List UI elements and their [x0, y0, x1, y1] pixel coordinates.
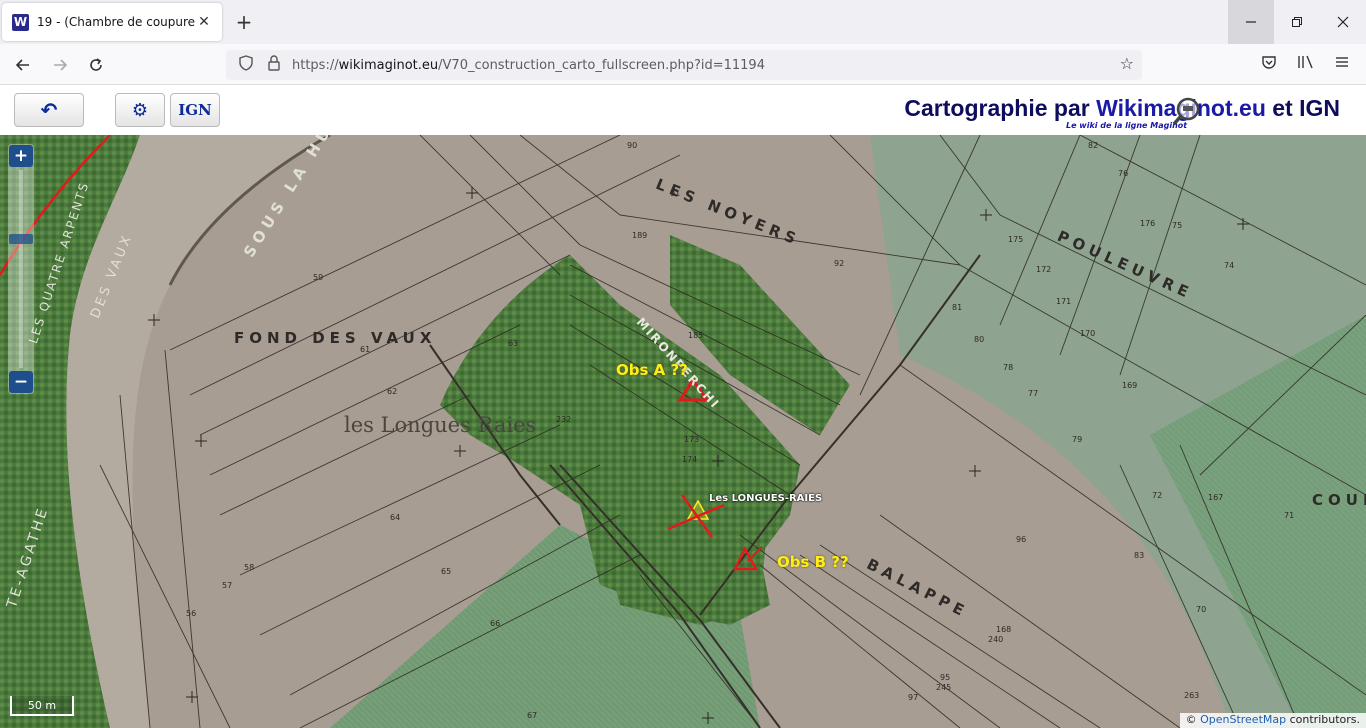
window-restore-button[interactable]: [1274, 0, 1320, 44]
restore-icon: [1292, 17, 1302, 27]
zoom-slider-handle[interactable]: [9, 234, 33, 244]
library-icon[interactable]: [1295, 54, 1317, 74]
parcel-number: 185: [688, 331, 704, 340]
parcel-number: 82: [1088, 141, 1099, 150]
scale-bar: 50 m: [10, 696, 74, 716]
back-button[interactable]: [10, 52, 36, 78]
parcel-number: 58: [244, 563, 255, 572]
parcel-number: 92: [834, 259, 845, 268]
parcel-number: 67: [527, 711, 538, 720]
shield-icon[interactable]: [236, 55, 256, 75]
parcel-number: 173: [684, 435, 700, 444]
menu-hamburger-icon[interactable]: [1331, 54, 1353, 74]
bookmark-star-icon[interactable]: ☆: [1120, 54, 1134, 73]
parcel-number: 97: [908, 693, 919, 702]
parcel-number: 76: [1118, 169, 1129, 178]
obs-b-label[interactable]: Obs B ??: [777, 553, 849, 571]
parcel-number: 66: [490, 619, 501, 628]
parcel-number: 172: [1036, 265, 1052, 274]
openstreetmap-link[interactable]: OpenStreetMap: [1200, 713, 1286, 726]
ign-layer-button[interactable]: IGN: [170, 93, 220, 127]
zoom-rail[interactable]: [19, 170, 23, 368]
magnifier-logo-icon: [1172, 97, 1200, 126]
parcel-number: 170: [1080, 329, 1096, 338]
minimize-icon: [1246, 21, 1256, 23]
parcel-number: 175: [1008, 235, 1024, 244]
parcel-number: 167: [1208, 493, 1224, 502]
parcel-number: 57: [222, 581, 233, 590]
browser-tab-bar: W 19 - (Chambre de coupure) ✕ +: [0, 0, 1366, 44]
parcel-number: 263: [1184, 691, 1200, 700]
parcel-number: 90: [627, 141, 638, 150]
label-fond-des-vaux: FOND DES VAUX: [234, 329, 437, 347]
settings-button[interactable]: ⚙: [115, 93, 165, 127]
url-text[interactable]: https://wikimaginot.eu/V70_construction_…: [292, 58, 765, 73]
parcel-number: 83: [1134, 551, 1145, 560]
zoom-control: + −: [8, 144, 34, 394]
browser-nav-bar: https://wikimaginot.eu/V70_construction_…: [0, 44, 1366, 85]
wikimaginot-favicon-icon: W: [12, 13, 29, 31]
map-canvas[interactable]: LES NOYERS FOND DES VAUX les Longues Rai…: [0, 135, 1366, 728]
tab-title: 19 - (Chambre de coupure): [37, 15, 196, 29]
pocket-icon[interactable]: [1258, 54, 1280, 74]
obs-a-label[interactable]: Obs A ??: [616, 361, 688, 379]
reload-button[interactable]: [83, 52, 109, 78]
ouvrage-label[interactable]: Les LONGUES-RAIES: [709, 493, 822, 504]
parcel-number: 56: [186, 609, 197, 618]
tab-close-icon[interactable]: ✕: [196, 14, 212, 30]
parcel-number: 72: [1152, 491, 1163, 500]
parcel-number: 61: [360, 345, 371, 354]
label-les-longues-raies: les Longues Raies: [344, 413, 537, 437]
parcel-number: 65: [441, 567, 452, 576]
parcel-number: 245: [936, 683, 952, 692]
parcel-number: 79: [1072, 435, 1083, 444]
parcel-number: 168: [996, 625, 1012, 634]
gears-icon: ⚙: [131, 99, 149, 121]
parcel-number: 70: [1196, 605, 1207, 614]
arrow-right-icon: [54, 59, 68, 71]
parcel-number: 174: [682, 455, 698, 464]
parcel-number: 63: [508, 339, 519, 348]
url-bar[interactable]: https://wikimaginot.eu/V70_construction_…: [226, 50, 1142, 80]
parcel-number: 176: [1140, 219, 1156, 228]
undo-arrow-icon: ↶: [40, 98, 58, 122]
label-coul: COUL: [1312, 491, 1366, 509]
return-button[interactable]: ↶: [14, 93, 84, 127]
site-brand-title[interactable]: Cartographie par Wikimaginot.eu et IGN: [904, 95, 1340, 122]
parcel-number: 80: [974, 335, 985, 344]
parcel-number: 59: [313, 273, 324, 282]
brand-tagline: Le wiki de la ligne Maginot: [1066, 121, 1188, 130]
parcel-number: 169: [1122, 381, 1138, 390]
parcel-number: 232: [556, 415, 572, 424]
forward-button[interactable]: [47, 52, 73, 78]
reload-icon: [90, 58, 102, 71]
window-minimize-button[interactable]: [1228, 0, 1274, 44]
parcel-number: 71: [1284, 511, 1295, 520]
new-tab-button[interactable]: +: [232, 10, 256, 34]
parcel-number: 189: [632, 231, 648, 240]
window-close-button[interactable]: [1320, 0, 1366, 44]
parcel-number: 64: [390, 513, 401, 522]
lock-icon[interactable]: [264, 55, 284, 75]
zoom-in-button[interactable]: +: [9, 145, 33, 167]
parcel-number: 240: [988, 635, 1004, 644]
cadastral-aerial-map: [0, 135, 1366, 728]
zoom-out-button[interactable]: −: [9, 371, 33, 393]
parcel-number: 62: [387, 387, 398, 396]
parcel-number: 171: [1056, 297, 1072, 306]
close-icon: [1337, 16, 1349, 28]
parcel-number: 81: [952, 303, 963, 312]
parcel-number: 96: [1016, 535, 1027, 544]
parcel-number: 77: [1028, 389, 1039, 398]
arrow-left-icon: [15, 59, 29, 71]
parcel-number: 95: [940, 673, 951, 682]
parcel-number: 74: [1224, 261, 1235, 270]
browser-tab[interactable]: W 19 - (Chambre de coupure) ✕: [2, 3, 222, 41]
parcel-number: 91: [670, 189, 681, 198]
map-attribution: © OpenStreetMap contributors.: [1179, 713, 1366, 728]
parcel-number: 75: [1172, 221, 1183, 230]
parcel-number: 78: [1003, 363, 1014, 372]
